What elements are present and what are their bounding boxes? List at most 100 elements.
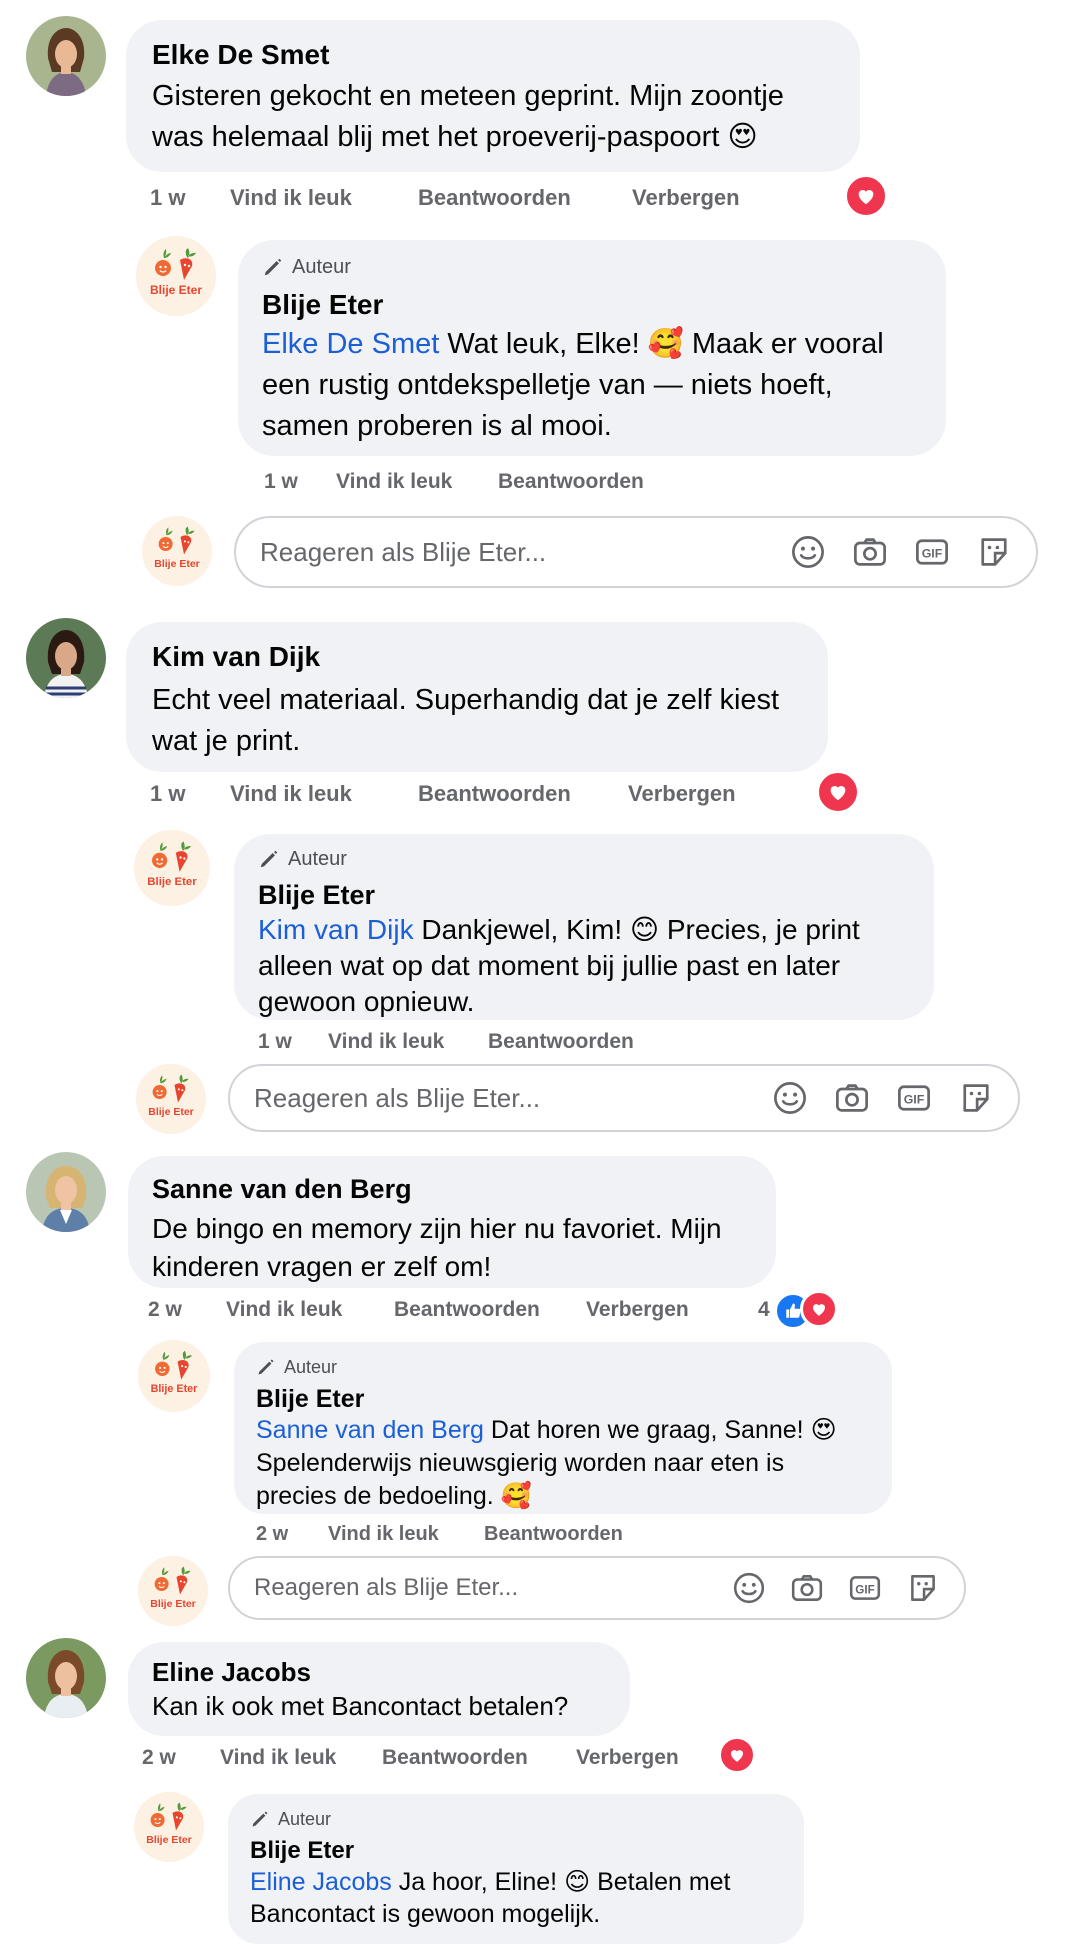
reply-input[interactable]: Reageren als Blije Eter... [228, 1064, 1020, 1132]
sticker-icon[interactable] [976, 534, 1012, 570]
avatar[interactable] [26, 16, 106, 96]
emoji-icon[interactable] [732, 1571, 766, 1605]
hide-button[interactable]: Verbergen [628, 780, 736, 808]
avatar-photo [26, 1638, 106, 1718]
brand-avatar[interactable] [134, 1792, 204, 1862]
reply-input-placeholder: Reageren als Blije Eter... [254, 1082, 541, 1113]
gif-icon[interactable] [914, 534, 950, 570]
hide-button[interactable]: Verbergen [576, 1744, 679, 1772]
reply-text: Eline Jacobs Ja hoor, Eline! 😊 Betalen m… [250, 1866, 782, 1930]
comment-actions: 1 w Vind ik leuk Beantwoorden Verbergen [150, 780, 736, 808]
reply-button[interactable]: Beantwoorden [484, 1520, 623, 1548]
reply-button[interactable]: Beantwoorden [418, 184, 632, 212]
reaction-count[interactable]: 4 [758, 1296, 770, 1324]
like-button[interactable]: Vind ik leuk [226, 1296, 394, 1324]
heart-reaction-icon[interactable] [816, 770, 860, 814]
sticker-icon[interactable] [906, 1571, 940, 1605]
reply-button[interactable]: Beantwoorden [418, 780, 628, 808]
comment-author[interactable]: Eline Jacobs [152, 1656, 606, 1688]
reply-author[interactable]: Blije Eter [262, 288, 922, 322]
like-button[interactable]: Vind ik leuk [230, 184, 418, 212]
camera-icon[interactable] [790, 1571, 824, 1605]
comment-author[interactable]: Kim van Dijk [152, 640, 802, 674]
comment-time[interactable]: 1 w [150, 184, 230, 212]
author-label: Auteur [284, 1357, 338, 1377]
comment-bubble: Kim van Dijk Echt veel materiaal. Superh… [126, 622, 828, 772]
avatar[interactable] [26, 1152, 106, 1232]
avatar[interactable] [26, 618, 106, 698]
comment-actions: 1 w Vind ik leuk Beantwoorden Verbergen [150, 184, 740, 212]
brand-avatar [138, 1556, 208, 1626]
reply-button[interactable]: Beantwoorden [394, 1296, 586, 1324]
hide-button[interactable]: Verbergen [632, 184, 740, 212]
mention-link[interactable]: Sanne van den Berg [256, 1416, 484, 1444]
reply-author[interactable]: Blije Eter [258, 878, 910, 912]
comment-author[interactable]: Sanne van den Berg [152, 1172, 752, 1206]
like-button[interactable]: Vind ik leuk [328, 1028, 488, 1056]
comment-time[interactable]: 1 w [150, 780, 230, 808]
comment-author[interactable]: Elke De Smet [152, 38, 834, 72]
heart-reaction-icon[interactable] [718, 1736, 756, 1774]
reply-button[interactable]: Beantwoorden [488, 1028, 634, 1056]
mention-link[interactable]: Elke De Smet [262, 328, 439, 360]
reply-input-placeholder: Reageren als Blije Eter... [254, 1574, 519, 1601]
comment-actions: 2 w Vind ik leuk Beantwoorden Verbergen … [148, 1296, 770, 1324]
comment-text: Echt veel materiaal. Superhandig dat je … [152, 684, 780, 757]
comment-text: Gisteren gekocht en meteen geprint. Mijn… [152, 80, 784, 153]
heart-reaction-icon[interactable] [844, 174, 888, 218]
like-button[interactable]: Vind ik leuk [328, 1520, 484, 1548]
reply-bubble: Auteur Blije Eter Elke De Smet Wat leuk,… [238, 240, 946, 456]
blije-eter-logo-icon [134, 830, 210, 906]
reply-input[interactable]: Reageren als Blije Eter... [234, 516, 1038, 588]
camera-icon[interactable] [852, 534, 888, 570]
pencil-icon [258, 848, 280, 870]
mention-link[interactable]: Kim van Dijk [258, 914, 414, 945]
avatar-photo [26, 1152, 106, 1232]
pencil-icon [256, 1357, 276, 1377]
brand-avatar [136, 1064, 206, 1134]
reply-input-placeholder: Reageren als Blije Eter... [260, 536, 547, 567]
author-label: Auteur [292, 256, 351, 278]
reply-bubble: Auteur Blije Eter Kim van Dijk Dankjewel… [234, 834, 934, 1020]
avatar[interactable] [26, 1638, 106, 1718]
mention-link[interactable]: Eline Jacobs [250, 1868, 392, 1896]
comment-time[interactable]: 2 w [148, 1296, 226, 1324]
brand-avatar[interactable] [134, 830, 210, 906]
comment-text: Kan ik ook met Bancontact betalen? [152, 1691, 569, 1721]
reply-button[interactable]: Beantwoorden [382, 1744, 576, 1772]
heart-reaction-icon[interactable] [800, 1290, 838, 1328]
reply-button[interactable]: Beantwoorden [498, 468, 644, 496]
like-button[interactable]: Vind ik leuk [336, 468, 498, 496]
hide-button[interactable]: Verbergen [586, 1296, 758, 1324]
reply-actions: 2 w Vind ik leuk Beantwoorden [256, 1520, 623, 1548]
author-badge: Auteur [256, 1354, 870, 1380]
comment-bubble: Eline Jacobs Kan ik ook met Bancontact b… [128, 1642, 630, 1736]
reply-time[interactable]: 1 w [258, 1028, 328, 1056]
emoji-icon[interactable] [772, 1080, 808, 1116]
reply-bubble: Auteur Blije Eter Eline Jacobs Ja hoor, … [228, 1794, 804, 1944]
brand-avatar[interactable] [138, 1340, 210, 1412]
author-badge: Auteur [250, 1806, 782, 1832]
comment-time[interactable]: 2 w [142, 1744, 220, 1772]
like-button[interactable]: Vind ik leuk [230, 780, 418, 808]
author-badge: Auteur [262, 254, 922, 280]
emoji-icon[interactable] [790, 534, 826, 570]
reply-text: Elke De Smet Wat leuk, Elke! 🥰 Maak er v… [262, 324, 922, 447]
brand-avatar[interactable] [136, 236, 216, 316]
avatar-photo [26, 618, 106, 698]
reply-time[interactable]: 2 w [256, 1520, 328, 1548]
sticker-icon[interactable] [958, 1080, 994, 1116]
gif-icon[interactable] [896, 1080, 932, 1116]
reply-time[interactable]: 1 w [264, 468, 336, 496]
reply-author[interactable]: Blije Eter [256, 1384, 870, 1414]
reply-input[interactable]: Reageren als Blije Eter... [228, 1556, 966, 1620]
reply-text: Kim van Dijk Dankjewel, Kim! 😊 Precies, … [258, 912, 910, 1020]
reply-author[interactable]: Blije Eter [250, 1836, 782, 1866]
comment-bubble: Elke De Smet Gisteren gekocht en meteen … [126, 20, 860, 172]
gif-icon[interactable] [848, 1571, 882, 1605]
blije-eter-logo-icon [138, 1556, 208, 1626]
blije-eter-logo-icon [136, 236, 216, 316]
author-badge: Auteur [258, 846, 910, 872]
like-button[interactable]: Vind ik leuk [220, 1744, 382, 1772]
camera-icon[interactable] [834, 1080, 870, 1116]
